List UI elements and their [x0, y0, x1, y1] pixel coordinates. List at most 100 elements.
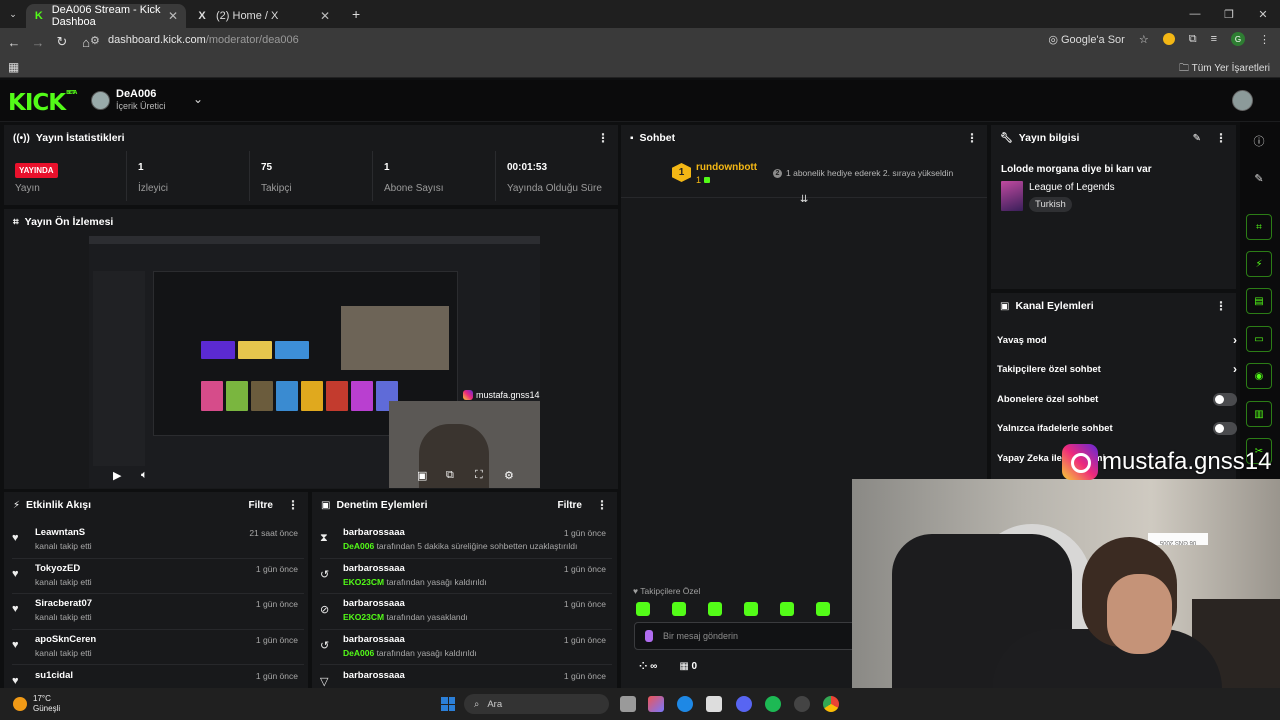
chat-bubble-icon: ▪: [630, 132, 634, 144]
moderation-user[interactable]: barbarossaaa: [343, 527, 405, 538]
task-view-icon[interactable]: [620, 696, 636, 712]
activity-filter-button[interactable]: Filtre: [249, 500, 273, 511]
pip-icon[interactable]: ⧉: [446, 469, 454, 482]
followers-only-row[interactable]: Takipçilere özel sohbet ›: [997, 355, 1237, 383]
taskbar-search[interactable]: ⌕ Ara: [464, 694, 609, 714]
close-window-icon[interactable]: ✕: [1246, 8, 1280, 21]
media-icon[interactable]: ≡: [1211, 33, 1217, 45]
tab-list-chevron-icon[interactable]: ⌄: [0, 9, 26, 20]
activity-user[interactable]: su1cidal: [35, 670, 73, 681]
chat-message-input[interactable]: Bir mesaj gönderin: [634, 622, 859, 650]
broadcast-icon[interactable]: ◉: [1246, 363, 1272, 389]
edge-icon[interactable]: [677, 696, 693, 712]
bookmark-star-icon[interactable]: ☆: [1139, 33, 1149, 46]
chat-users-icon[interactable]: ⁘ ∞: [639, 661, 657, 672]
category-art[interactable]: [1001, 181, 1023, 211]
activity-menu-icon[interactable]: ⋮: [287, 498, 299, 512]
close-tab-icon[interactable]: ✕: [320, 9, 330, 23]
chat-users-value: ∞: [650, 661, 658, 672]
edit-pencil-icon[interactable]: ✎: [1246, 165, 1272, 191]
chat-menu-icon[interactable]: ⋮: [966, 131, 978, 145]
stream-info-menu-icon[interactable]: ⋮: [1215, 131, 1227, 145]
emote-icon[interactable]: [672, 602, 686, 616]
settings-gear-icon[interactable]: ⚙: [504, 469, 514, 482]
chrome-icon[interactable]: [823, 696, 839, 712]
stream-preview-video[interactable]: mustafa.gnss14 ▶ 🔈︎ ▣ ⧉ ⛶ ⚙: [89, 236, 540, 488]
browser-tab-x[interactable]: X (2) Home / X ✕: [188, 4, 338, 28]
volume-icon[interactable]: 🔈︎: [141, 469, 148, 482]
moderation-filter-button[interactable]: Filtre: [558, 500, 582, 511]
reload-icon[interactable]: ↻: [50, 34, 74, 50]
emote-icon[interactable]: [744, 602, 758, 616]
scroll-to-bottom-icon[interactable]: ⇊: [800, 194, 808, 205]
moderation-header: ▣ Denetim Eylemleri Filtre ⋮: [312, 492, 617, 518]
moderation-user[interactable]: barbarossaaa: [343, 670, 405, 681]
new-tab-plus-icon[interactable]: +: [352, 6, 360, 22]
emote-icon[interactable]: [708, 602, 722, 616]
site-info-icon[interactable]: ⚙: [90, 34, 100, 47]
maximize-icon[interactable]: ❐: [1212, 8, 1246, 21]
kick-logo[interactable]: KICKBETA: [8, 90, 77, 116]
lightning-icon[interactable]: ⚡: [1246, 251, 1272, 277]
channel-actions-menu-icon[interactable]: ⋮: [1215, 299, 1227, 313]
url-field[interactable]: dashboard.kick.com/moderator/dea006: [108, 34, 299, 46]
apps-grid-icon[interactable]: ▦: [8, 60, 19, 74]
close-tab-icon[interactable]: ✕: [168, 9, 178, 23]
moderation-user[interactable]: barbarossaaa: [343, 563, 405, 574]
profile-avatar[interactable]: G: [1231, 32, 1245, 46]
stream-category[interactable]: League of Legends: [1029, 182, 1115, 193]
theater-icon[interactable]: ▣: [417, 469, 427, 482]
extensions-puzzle-icon[interactable]: ⧉: [1189, 33, 1197, 46]
moderation-actor[interactable]: DeA006: [343, 648, 374, 658]
clip-icon[interactable]: ⌗: [1246, 214, 1272, 240]
minimize-icon[interactable]: —: [1178, 8, 1212, 20]
stats-menu-icon[interactable]: ⋮: [597, 131, 609, 145]
windows-start-icon[interactable]: [441, 697, 455, 711]
discord-icon[interactable]: [736, 696, 752, 712]
moderation-actor[interactable]: DeA006: [343, 541, 374, 551]
google-lens-button[interactable]: ◎ Google'a Sor: [1048, 33, 1125, 46]
store-icon[interactable]: [706, 696, 722, 712]
hourglass-icon: ⧗: [320, 532, 328, 544]
moderation-menu-icon[interactable]: ⋮: [596, 498, 608, 512]
stream-tag[interactable]: Turkish: [1029, 197, 1072, 212]
emote-icon[interactable]: [636, 602, 650, 616]
edit-pencil-icon[interactable]: ✎: [1193, 133, 1201, 144]
info-icon[interactable]: ⓘ: [1246, 128, 1272, 154]
spotify-icon[interactable]: [765, 696, 781, 712]
browser-tab-kick[interactable]: K DeA006 Stream - Kick Dashboa ✕: [26, 4, 186, 28]
chat-username[interactable]: rundownbott: [696, 162, 757, 173]
extension-icon[interactable]: [1162, 33, 1175, 45]
preview-instagram-tag: mustafa.gnss14: [463, 390, 540, 400]
activity-user[interactable]: Siracberat07: [35, 598, 92, 609]
emote-icon[interactable]: [780, 602, 794, 616]
document-icon[interactable]: ▤: [1246, 288, 1272, 314]
activity-user[interactable]: TokyozED: [35, 563, 80, 574]
channel-switch-chevron-icon[interactable]: ⌄: [193, 92, 203, 106]
subscribers-only-toggle[interactable]: [1213, 392, 1237, 406]
menu-kebab-icon[interactable]: ⋮: [1259, 33, 1270, 46]
weather-widget[interactable]: 17°C Güneşli: [33, 694, 60, 714]
steam-icon[interactable]: [794, 696, 810, 712]
chat-bubble-icon[interactable]: ▭: [1246, 326, 1272, 352]
moderation-actor[interactable]: EKO23CM: [343, 577, 384, 587]
chat-store-icon[interactable]: ▦ 0: [679, 661, 697, 672]
all-bookmarks-button[interactable]: 🗀 Tüm Yer İşaretleri: [1179, 61, 1270, 78]
play-icon[interactable]: ▶: [113, 469, 121, 482]
back-arrow-icon[interactable]: ←: [2, 35, 26, 50]
slow-mode-row[interactable]: Yavaş mod ›: [997, 326, 1237, 354]
activity-user[interactable]: apoSknCeren: [35, 634, 96, 645]
storage-icon[interactable]: ▥: [1246, 401, 1272, 427]
copilot-icon[interactable]: [648, 696, 664, 712]
emote-only-toggle[interactable]: [1213, 421, 1237, 435]
emote-icon[interactable]: [816, 602, 830, 616]
fullscreen-icon[interactable]: ⛶: [475, 469, 483, 482]
sun-icon[interactable]: [13, 697, 27, 711]
emote-picker-icon[interactable]: [645, 630, 653, 642]
moderation-actor[interactable]: EKO23CM: [343, 612, 384, 622]
user-avatar[interactable]: [1232, 90, 1253, 111]
activity-user[interactable]: LeawntanS: [35, 527, 85, 538]
moderation-user[interactable]: barbarossaaa: [343, 598, 405, 609]
forward-arrow-icon[interactable]: →: [26, 35, 50, 50]
moderation-user[interactable]: barbarossaaa: [343, 634, 405, 645]
